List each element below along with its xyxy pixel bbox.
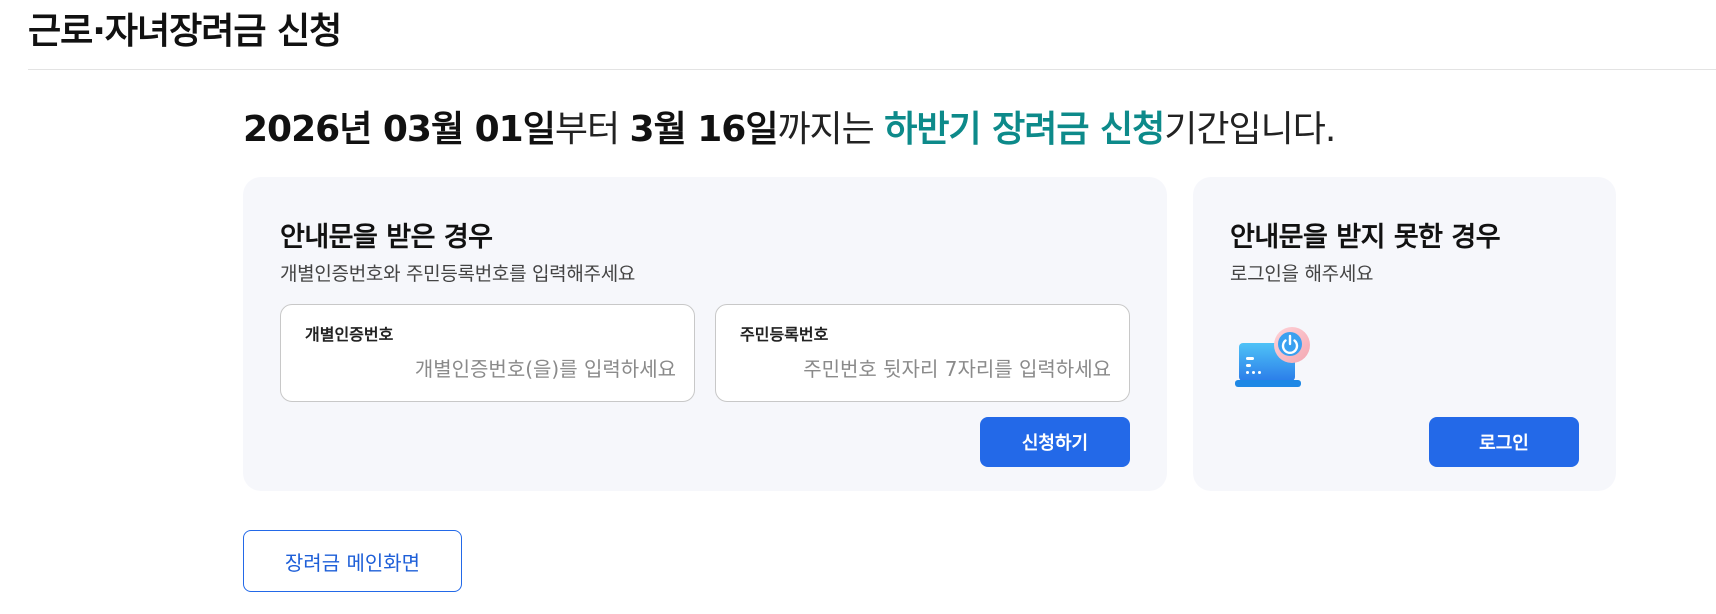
laptop-power-icon bbox=[1235, 327, 1310, 387]
application-period-banner: 2026년 03월 01일부터 3월 16일까지는 하반기 장려금 신청기간입니… bbox=[243, 104, 1336, 156]
no-notice-subtitle: 로그인을 해주세요 bbox=[1230, 263, 1374, 285]
login-button[interactable]: 로그인 bbox=[1429, 417, 1579, 467]
title-divider bbox=[28, 69, 1716, 70]
period-until-text: 까지는 bbox=[777, 109, 885, 150]
period-end-date: 3월 16일 bbox=[629, 109, 779, 150]
received-notice-subtitle: 개별인증번호와 주민등록번호를 입력해주세요 bbox=[280, 263, 636, 285]
auth-number-input[interactable] bbox=[301, 351, 676, 387]
no-notice-heading: 안내문을 받지 못한 경우 bbox=[1230, 222, 1501, 253]
period-start-date: 2026년 03월 01일 bbox=[243, 109, 556, 150]
apply-button[interactable]: 신청하기 bbox=[980, 417, 1130, 467]
rrn-input[interactable] bbox=[736, 351, 1111, 387]
auth-number-label: 개별인증번호 bbox=[305, 325, 394, 344]
no-notice-card: 안내문을 받지 못한 경우 로그인을 해주세요 로그인 bbox=[1193, 177, 1616, 491]
period-tail-text: 기간입니다. bbox=[1164, 109, 1336, 150]
page-title: 근로·자녀장려금 신청 bbox=[28, 11, 342, 52]
incentive-main-button[interactable]: 장려금 메인화면 bbox=[243, 530, 462, 592]
rrn-field[interactable]: 주민등록번호 bbox=[715, 304, 1130, 402]
received-notice-card: 안내문을 받은 경우 개별인증번호와 주민등록번호를 입력해주세요 개별인증번호… bbox=[243, 177, 1167, 491]
period-from-text: 부터 bbox=[554, 109, 630, 150]
period-application-name: 하반기 장려금 신청 bbox=[884, 109, 1165, 150]
received-notice-heading: 안내문을 받은 경우 bbox=[280, 222, 493, 253]
rrn-label: 주민등록번호 bbox=[740, 325, 829, 344]
auth-number-field[interactable]: 개별인증번호 bbox=[280, 304, 695, 402]
